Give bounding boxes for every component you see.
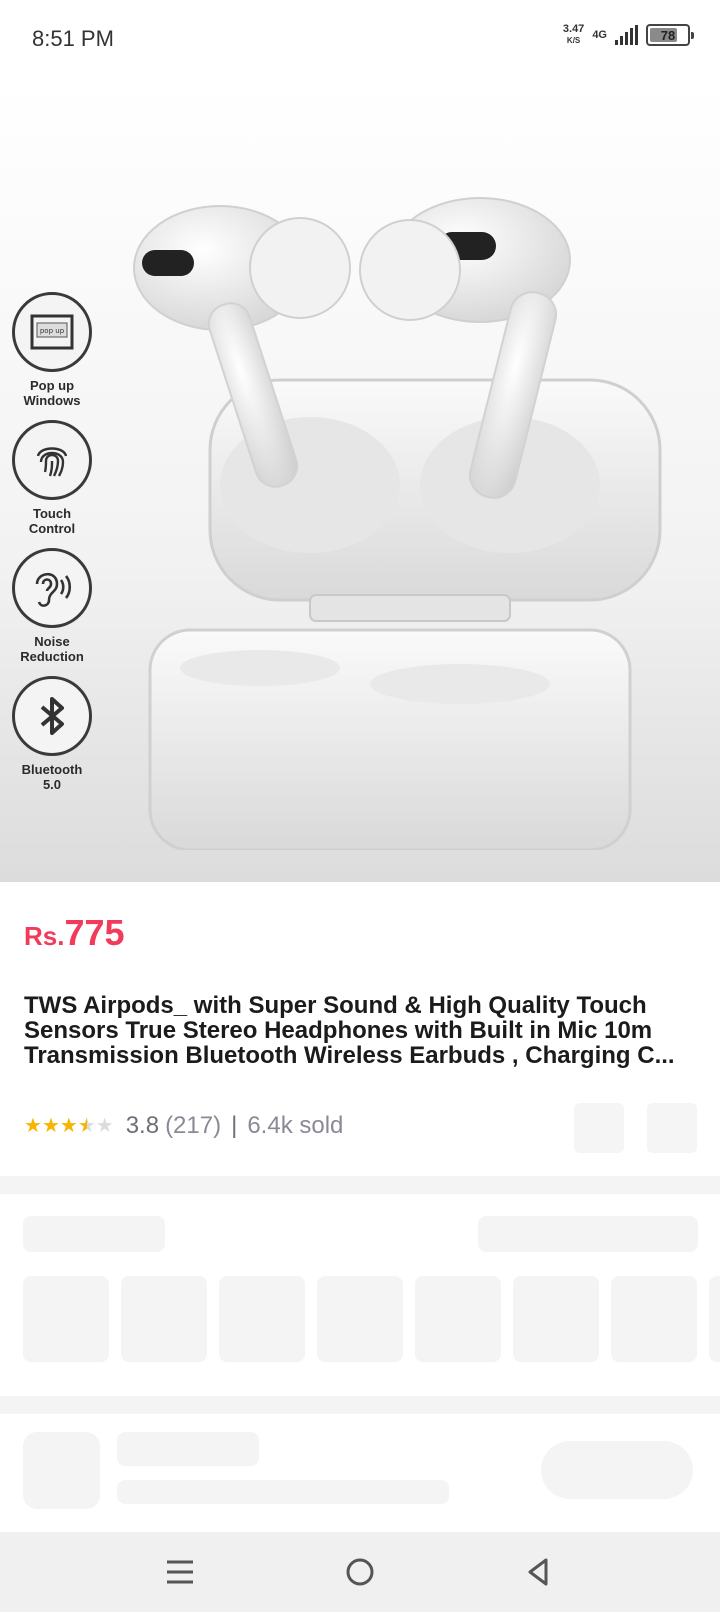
product-title[interactable]: TWS Airpods_ with Super Sound & High Qua… <box>24 993 696 1068</box>
star-empty-icon: ★ <box>95 1115 114 1137</box>
feature-label: Bluetooth 5.0 <box>21 762 83 792</box>
network-speed: 3.47 K/S <box>563 24 584 46</box>
battery-level: 78 <box>660 27 676 43</box>
status-bar: 8:51 PM 3.47 K/S 4G 78 <box>0 0 720 80</box>
network-speed-value: 3.47 <box>562 23 585 35</box>
rating-stars: ★ ★ ★ ★ ★ <box>24 1116 114 1136</box>
popup-window-icon: pop up <box>12 292 92 372</box>
skeleton-button <box>541 1441 693 1499</box>
menu-icon[interactable] <box>158 1550 202 1594</box>
popup-window-icon-text: pop up <box>40 327 65 335</box>
star-full-icon: ★ <box>41 1115 60 1137</box>
skeleton-thumbnail <box>513 1276 599 1362</box>
home-icon[interactable] <box>338 1550 382 1594</box>
feature-popup-windows: pop up Pop up Windows <box>4 292 100 408</box>
placeholder-action-button[interactable] <box>574 1103 624 1153</box>
product-image[interactable]: pop up Pop up Windows Touch Control Nois… <box>0 80 720 882</box>
skeleton-block <box>478 1216 698 1252</box>
battery-icon: 78 <box>646 24 694 46</box>
section-divider <box>0 1176 720 1194</box>
skeleton-thumbnail <box>415 1276 501 1362</box>
fingerprint-icon <box>12 420 92 500</box>
review-count: (217) <box>165 1112 222 1139</box>
star-full-icon: ★ <box>59 1115 78 1137</box>
skeleton-thumbnail <box>23 1276 109 1362</box>
rating-value: 3.8 <box>125 1112 160 1139</box>
back-icon[interactable] <box>516 1550 560 1594</box>
price-value: 775 <box>64 912 125 953</box>
feature-list: pop up Pop up Windows Touch Control Nois… <box>4 292 100 804</box>
skeleton-thumbnail <box>121 1276 207 1362</box>
earbuds-case-image <box>133 197 662 850</box>
placeholder-action-button[interactable] <box>647 1103 697 1153</box>
status-time: 8:51 PM <box>32 26 114 51</box>
network-type: 4G <box>592 28 607 41</box>
feature-touch-control: Touch Control <box>4 420 100 536</box>
price-currency: Rs. <box>24 921 65 951</box>
network-speed-unit: K/S <box>566 36 581 45</box>
rating-separator: | <box>231 1112 238 1139</box>
feature-label: Pop up Windows <box>23 378 81 408</box>
feature-noise-reduction: Noise Reduction <box>4 548 100 664</box>
star-half-icon: ★ <box>77 1115 96 1137</box>
skeleton-thumbnail <box>709 1276 720 1362</box>
price: Rs. 775 <box>24 912 125 954</box>
skeleton-thumbnail <box>219 1276 305 1362</box>
skeleton-thumbnail <box>317 1276 403 1362</box>
rating-row[interactable]: ★ ★ ★ ★ ★ 3.8 (217) | 6.4k sold <box>24 1112 343 1140</box>
signal-icon <box>615 25 638 45</box>
skeleton-block <box>117 1480 449 1504</box>
skeleton-block <box>117 1432 259 1466</box>
section-divider <box>0 1396 720 1414</box>
skeleton-avatar <box>23 1432 100 1509</box>
feature-label: Touch Control <box>28 506 76 536</box>
feature-bluetooth: Bluetooth 5.0 <box>4 676 100 792</box>
bluetooth-icon <box>12 676 92 756</box>
ear-icon <box>12 548 92 628</box>
star-full-icon: ★ <box>24 1115 42 1137</box>
feature-label: Noise Reduction <box>20 634 84 664</box>
system-nav-bar <box>0 1532 720 1612</box>
skeleton-thumbnail <box>611 1276 697 1362</box>
skeleton-block <box>23 1216 165 1252</box>
sold-count: 6.4k sold <box>247 1112 344 1139</box>
status-icons: 3.47 K/S 4G 78 <box>563 24 694 46</box>
